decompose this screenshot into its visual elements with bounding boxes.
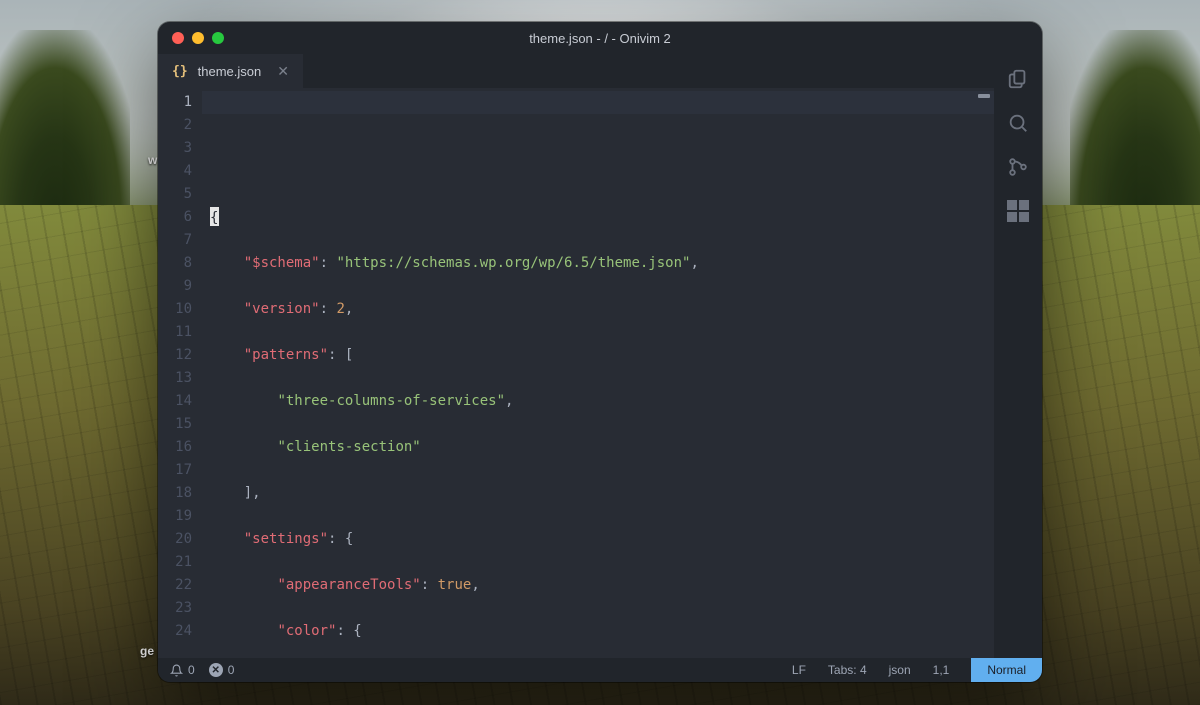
line-number: 21 [158,551,192,574]
errors-indicator[interactable]: ✕ 0 [209,663,235,677]
line-number: 7 [158,229,192,252]
minimap-indicator[interactable] [978,94,990,98]
line-number: 19 [158,505,192,528]
indentation-indicator[interactable]: Tabs: 4 [828,663,867,677]
line-number: 4 [158,160,192,183]
error-badge-icon: ✕ [209,663,223,677]
cursor-position-indicator[interactable]: 1,1 [933,663,950,677]
titlebar[interactable]: theme.json - / - Onivim 2 [158,22,1042,54]
code-line: { [210,206,994,229]
code-line: "settings": { [210,528,994,551]
line-number-gutter: 1 2 3 4 5 6 7 8 9 10 11 12 13 14 15 16 1 [158,88,202,658]
line-number: 24 [158,620,192,643]
language-indicator[interactable]: json [889,663,911,677]
tab-theme-json[interactable]: {} theme.json ✕ [158,54,303,88]
line-number: 16 [158,436,192,459]
line-number: 8 [158,252,192,275]
code-area[interactable]: { "$schema": "https://schemas.wp.org/wp/… [202,88,994,658]
search-icon[interactable] [1007,112,1029,134]
desktop-text-fragment: ge [140,644,154,658]
line-number: 23 [158,597,192,620]
code-line: "$schema": "https://schemas.wp.org/wp/6.… [210,252,994,275]
line-number: 18 [158,482,192,505]
line-number: 9 [158,275,192,298]
code-line: "version": 2, [210,298,994,321]
line-number: 1 [158,91,192,114]
code-line: ], [210,482,994,505]
window-controls [158,32,224,44]
app-window: theme.json - / - Onivim 2 {} theme.json … [158,22,1042,682]
source-control-icon[interactable] [1007,156,1029,178]
json-file-icon: {} [172,64,188,79]
vim-mode-indicator[interactable]: Normal [971,658,1042,682]
line-number: 10 [158,298,192,321]
maximize-window-button[interactable] [212,32,224,44]
line-number: 11 [158,321,192,344]
code-line: "three-columns-of-services", [210,390,994,413]
files-icon[interactable] [1007,68,1029,90]
line-number: 5 [158,183,192,206]
line-number: 15 [158,413,192,436]
extensions-icon[interactable] [1007,200,1029,222]
code-line: "color": { [210,620,994,643]
editor[interactable]: 1 2 3 4 5 6 7 8 9 10 11 12 13 14 15 16 1 [158,88,994,658]
activity-bar [994,54,1042,658]
line-number: 17 [158,459,192,482]
close-window-button[interactable] [172,32,184,44]
window-title: theme.json - / - Onivim 2 [158,31,1042,46]
line-number: 6 [158,206,192,229]
close-tab-button[interactable]: ✕ [271,63,289,80]
line-number: 12 [158,344,192,367]
line-number: 14 [158,390,192,413]
line-number: 13 [158,367,192,390]
line-number: 2 [158,114,192,137]
tab-label: theme.json [198,64,262,79]
code-line: "patterns": [ [210,344,994,367]
line-number: 3 [158,137,192,160]
line-number: 20 [158,528,192,551]
minimize-window-button[interactable] [192,32,204,44]
desktop-text-fragment: w [148,153,157,167]
cursor: { [210,207,219,226]
status-bar: 0 ✕ 0 LF Tabs: 4 json 1,1 Normal [158,658,1042,682]
notifications-indicator[interactable]: 0 [170,663,195,677]
line-ending-indicator[interactable]: LF [792,663,806,677]
code-line: "clients-section" [210,436,994,459]
current-line-highlight [202,91,994,114]
tab-bar: {} theme.json ✕ [158,54,994,88]
line-number: 22 [158,574,192,597]
code-line: "appearanceTools": true, [210,574,994,597]
